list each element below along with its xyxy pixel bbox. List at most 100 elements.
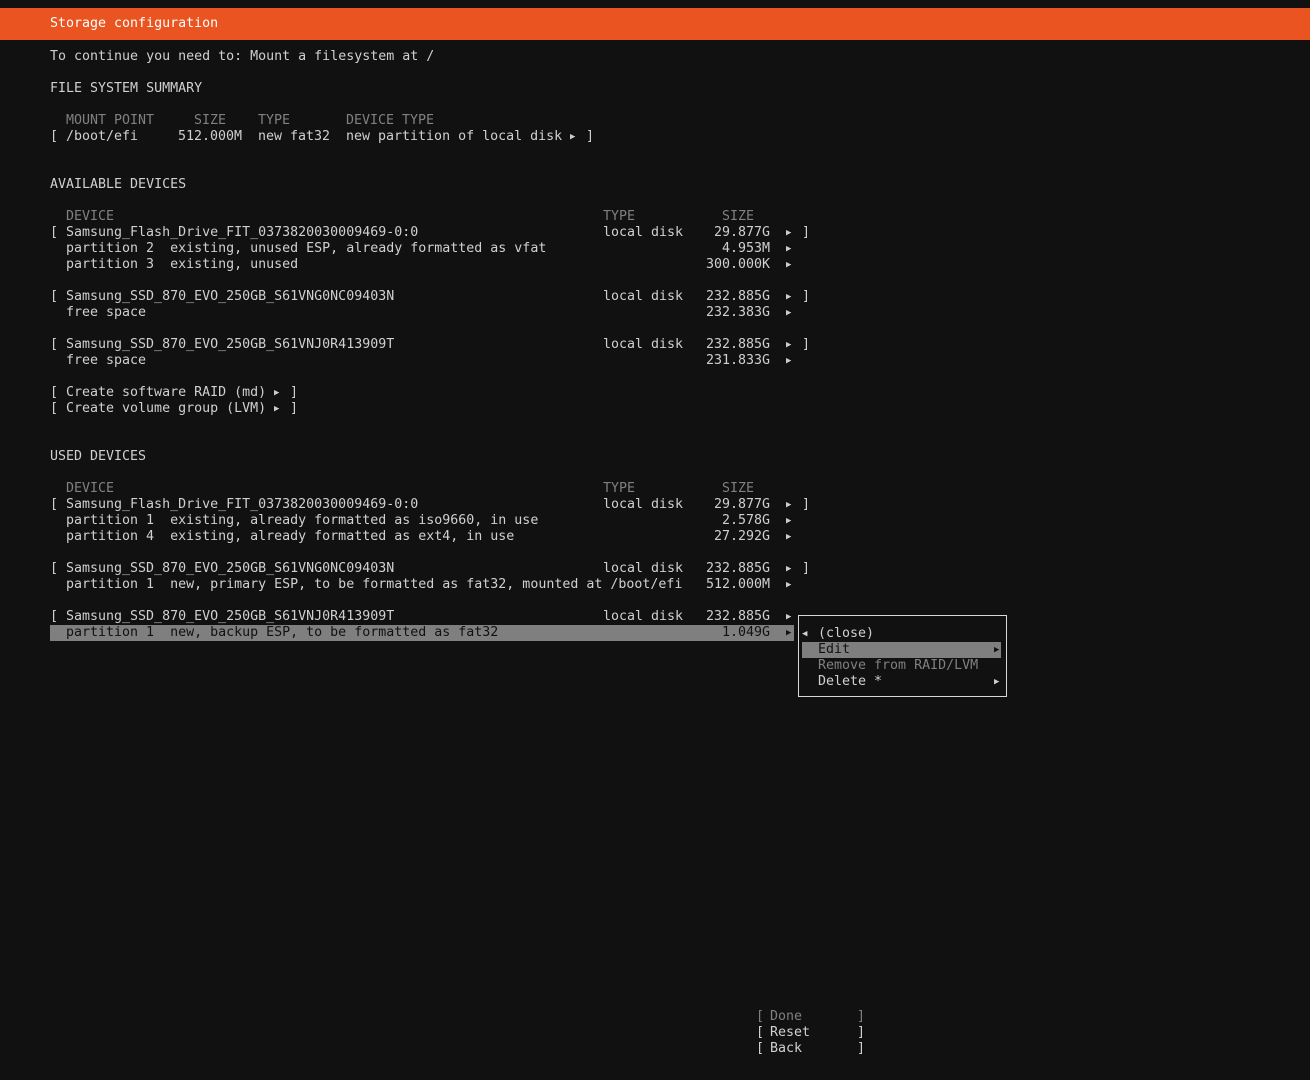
free-space-label: free space [66, 305, 147, 320]
bracket-open: [ [50, 497, 59, 512]
device-type: local disk [603, 497, 684, 512]
right-triangle-icon: ▶ [786, 228, 792, 238]
partition-size: 4.953M [722, 241, 771, 256]
partition-action-menu: ◀ (close) Edit ▶ Remove from RAID/LVM De… [798, 615, 1007, 697]
partition-label: partition 1 new, backup ESP, to be forma… [66, 625, 499, 640]
right-triangle-icon: ▶ [786, 612, 792, 622]
device-name: Samsung_Flash_Drive_FIT_0373820030009469… [66, 497, 419, 512]
right-triangle-icon: ▶ [786, 356, 792, 366]
bracket-open: [ [50, 289, 59, 304]
device-name: Samsung_SSD_870_EVO_250GB_S61VNG0NC09403… [66, 289, 395, 304]
left-triangle-icon: ◀ [802, 629, 808, 639]
fs-device-type: new partition of local disk [346, 129, 563, 144]
partition-size: 300.000K [706, 257, 771, 272]
partition-size: 512.000M [706, 577, 771, 592]
device-type: local disk [603, 225, 684, 240]
bracket-open: [ [50, 385, 59, 400]
device-size: 232.885G [706, 337, 771, 352]
right-triangle-icon: ▶ [570, 132, 576, 142]
right-triangle-icon: ▶ [786, 292, 792, 302]
fs-mount-point: /boot/efi [66, 129, 139, 144]
bracket-close: ] [857, 1041, 866, 1056]
col-device-type: DEVICE TYPE [346, 113, 435, 128]
create-lvm-label: Create volume group (LVM) [66, 401, 267, 416]
device-size: 29.877G [714, 225, 771, 240]
right-triangle-icon: ▶ [786, 532, 792, 542]
col-device: DEVICE [66, 481, 115, 496]
bracket-open: [ [50, 401, 59, 416]
free-space-size: 232.383G [706, 305, 771, 320]
right-triangle-icon: ▶ [994, 645, 1000, 655]
free-space-size: 231.833G [706, 353, 771, 368]
partition-label: partition 4 existing, already formatted … [66, 529, 515, 544]
bracket-open: [ [50, 129, 59, 144]
right-triangle-icon: ▶ [274, 388, 280, 398]
bracket-close: ] [586, 129, 595, 144]
bracket-close: ] [802, 337, 811, 352]
bracket-close: ] [857, 1025, 866, 1040]
right-triangle-icon: ▶ [786, 308, 792, 318]
col-type: TYPE [603, 209, 636, 224]
bracket-close: ] [290, 385, 299, 400]
col-size: SIZE [194, 113, 227, 128]
done-label: Done [770, 1009, 803, 1024]
device-name: Samsung_SSD_870_EVO_250GB_S61VNJ0R413909… [66, 337, 395, 352]
col-size: SIZE [722, 481, 755, 496]
right-triangle-icon: ▶ [994, 677, 1000, 687]
right-triangle-icon: ▶ [786, 500, 792, 510]
right-triangle-icon: ▶ [786, 628, 792, 638]
bracket-close: ] [290, 401, 299, 416]
bracket-open: [ [50, 337, 59, 352]
right-triangle-icon: ▶ [786, 564, 792, 574]
available-devices-heading: AVAILABLE DEVICES [50, 177, 187, 192]
device-name: Samsung_SSD_870_EVO_250GB_S61VNJ0R413909… [66, 609, 395, 624]
bracket-close: ] [802, 225, 811, 240]
fs-type: new fat32 [258, 129, 331, 144]
page-title: Storage configuration [50, 16, 219, 31]
selected-partition-row[interactable]: partition 1 new, backup ESP, to be forma… [50, 625, 794, 641]
right-triangle-icon: ▶ [786, 260, 792, 270]
bracket-open: [ [756, 1041, 765, 1056]
menu-remove-label: Remove from RAID/LVM [818, 658, 979, 673]
title-bar: Storage configuration [0, 8, 1310, 40]
device-type: local disk [603, 609, 684, 624]
fs-summary-heading: FILE SYSTEM SUMMARY [50, 81, 203, 96]
col-mount-point: MOUNT POINT [66, 113, 155, 128]
used-devices-heading: USED DEVICES [50, 449, 147, 464]
right-triangle-icon: ▶ [786, 516, 792, 526]
device-size: 232.885G [706, 561, 771, 576]
fs-size: 512.000M [178, 129, 243, 144]
bracket-open: [ [50, 561, 59, 576]
partition-size: 1.049G [722, 625, 771, 640]
device-name: Samsung_Flash_Drive_FIT_0373820030009469… [66, 225, 419, 240]
partition-label: partition 3 existing, unused [66, 257, 299, 272]
menu-edit-label: Edit [818, 642, 851, 657]
device-size: 29.877G [714, 497, 771, 512]
col-type: TYPE [603, 481, 636, 496]
partition-size: 27.292G [714, 529, 771, 544]
device-size: 232.885G [706, 609, 771, 624]
right-triangle-icon: ▶ [786, 580, 792, 590]
device-type: local disk [603, 561, 684, 576]
right-triangle-icon: ▶ [274, 404, 280, 414]
bracket-close: ] [802, 289, 811, 304]
device-type: local disk [603, 289, 684, 304]
back-label: Back [770, 1041, 803, 1056]
device-type: local disk [603, 337, 684, 352]
bracket-open: [ [756, 1025, 765, 1040]
right-triangle-icon: ▶ [786, 244, 792, 254]
device-size: 232.885G [706, 289, 771, 304]
bracket-open: [ [50, 225, 59, 240]
bracket-close: ] [857, 1009, 866, 1024]
right-triangle-icon: ▶ [786, 340, 792, 350]
menu-close-label: (close) [818, 626, 875, 641]
continue-notice: To continue you need to: Mount a filesys… [50, 49, 435, 64]
bracket-close: ] [802, 497, 811, 512]
create-raid-label: Create software RAID (md) [66, 385, 267, 400]
bracket-open: [ [50, 609, 59, 624]
partition-label: partition 2 existing, unused ESP, alread… [66, 241, 547, 256]
bracket-close: ] [802, 561, 811, 576]
partition-label: partition 1 existing, already formatted … [66, 513, 539, 528]
menu-item-edit[interactable]: Edit ▶ [802, 642, 1001, 658]
partition-label: partition 1 new, primary ESP, to be form… [66, 577, 683, 592]
